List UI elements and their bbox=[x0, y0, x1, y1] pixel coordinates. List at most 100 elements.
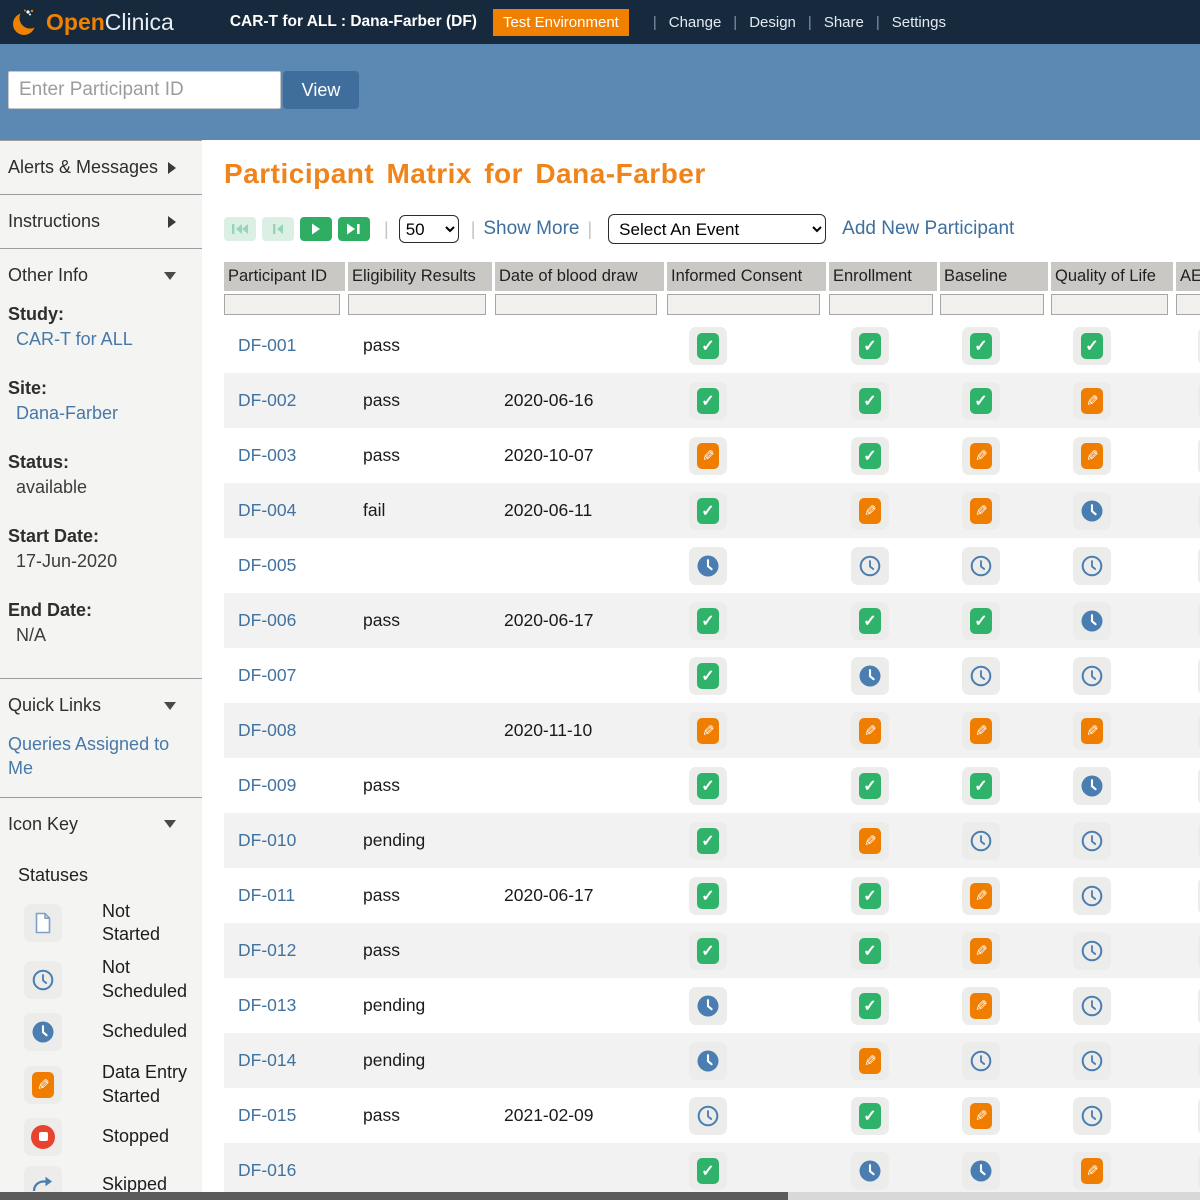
horizontal-scrollbar-track[interactable] bbox=[0, 1192, 1200, 1200]
data-entry-started-status-box[interactable]: ✎ bbox=[851, 491, 889, 530]
data-entry-started-status-box[interactable]: ✎ bbox=[1073, 381, 1111, 420]
data-entry-started-status-box[interactable]: ✎ bbox=[962, 491, 1000, 530]
data-entry-started-status-box[interactable]: ✎ bbox=[851, 1041, 889, 1080]
not-scheduled-status-box[interactable] bbox=[1073, 821, 1111, 860]
not-scheduled-status-box[interactable] bbox=[962, 546, 1000, 585]
complete-status-box[interactable]: ✓ bbox=[689, 876, 727, 915]
queries-assigned-link[interactable]: Queries Assigned to Me bbox=[0, 732, 202, 797]
column-filter-input[interactable] bbox=[1051, 294, 1169, 315]
complete-status-box[interactable]: ✓ bbox=[851, 326, 889, 365]
first-page-button[interactable] bbox=[224, 217, 256, 241]
data-entry-started-status-box[interactable]: ✎ bbox=[689, 711, 727, 750]
not-scheduled-status-box[interactable] bbox=[962, 1041, 1000, 1080]
complete-status-box[interactable]: ✓ bbox=[851, 601, 889, 640]
complete-status-box[interactable]: ✓ bbox=[1073, 326, 1111, 365]
participant-id-input[interactable] bbox=[8, 71, 281, 109]
show-more-link[interactable]: Show More bbox=[483, 218, 579, 240]
complete-status-box[interactable]: ✓ bbox=[689, 931, 727, 970]
openclinica-logo[interactable]: Open Clinica bbox=[12, 7, 174, 37]
data-entry-started-status-box[interactable]: ✎ bbox=[962, 986, 1000, 1025]
scheduled-status-box[interactable] bbox=[851, 1151, 889, 1190]
complete-status-box[interactable]: ✓ bbox=[962, 766, 1000, 805]
previous-page-button[interactable] bbox=[262, 217, 294, 241]
column-filter-input[interactable] bbox=[348, 294, 487, 315]
horizontal-scrollbar-thumb[interactable] bbox=[0, 1192, 788, 1200]
participant-id-link[interactable]: DF-007 bbox=[224, 665, 345, 686]
complete-status-box[interactable]: ✓ bbox=[851, 1096, 889, 1135]
column-header-baseline[interactable]: Baseline bbox=[940, 262, 1048, 291]
last-page-button[interactable] bbox=[338, 217, 370, 241]
nav-item-change[interactable]: Change bbox=[669, 14, 722, 31]
participant-id-link[interactable]: DF-001 bbox=[224, 335, 345, 356]
nav-item-settings[interactable]: Settings bbox=[892, 14, 946, 31]
participant-id-link[interactable]: DF-011 bbox=[224, 885, 345, 906]
not-scheduled-status-box[interactable] bbox=[1073, 1096, 1111, 1135]
data-entry-started-status-box[interactable]: ✎ bbox=[962, 1096, 1000, 1135]
not-scheduled-status-box[interactable] bbox=[1073, 931, 1111, 970]
column-header-participant-id[interactable]: Participant ID bbox=[224, 262, 345, 291]
scheduled-status-box[interactable] bbox=[689, 546, 727, 585]
participant-id-link[interactable]: DF-012 bbox=[224, 940, 345, 961]
complete-status-box[interactable]: ✓ bbox=[689, 601, 727, 640]
not-scheduled-status-box[interactable] bbox=[962, 821, 1000, 860]
complete-status-box[interactable]: ✓ bbox=[689, 821, 727, 860]
data-entry-started-status-box[interactable]: ✎ bbox=[1073, 436, 1111, 475]
participant-id-link[interactable]: DF-005 bbox=[224, 555, 345, 576]
not-scheduled-status-box[interactable] bbox=[1073, 986, 1111, 1025]
participant-id-link[interactable]: DF-009 bbox=[224, 775, 345, 796]
nav-item-share[interactable]: Share bbox=[824, 14, 864, 31]
sidebar-item-quick-links[interactable]: Quick Links bbox=[0, 679, 202, 732]
complete-status-box[interactable]: ✓ bbox=[851, 931, 889, 970]
nav-item-design[interactable]: Design bbox=[749, 14, 796, 31]
participant-id-link[interactable]: DF-003 bbox=[224, 445, 345, 466]
sidebar-item-instructions[interactable]: Instructions bbox=[0, 195, 202, 248]
complete-status-box[interactable]: ✓ bbox=[962, 326, 1000, 365]
view-button[interactable]: View bbox=[283, 71, 359, 109]
test-environment-badge[interactable]: Test Environment bbox=[492, 8, 629, 36]
sidebar-item-alerts-messages[interactable]: Alerts & Messages bbox=[0, 141, 202, 194]
participant-id-link[interactable]: DF-015 bbox=[224, 1105, 345, 1126]
data-entry-started-status-box[interactable]: ✎ bbox=[962, 436, 1000, 475]
data-entry-started-status-box[interactable]: ✎ bbox=[962, 711, 1000, 750]
scheduled-status-box[interactable] bbox=[851, 656, 889, 695]
participant-id-link[interactable]: DF-002 bbox=[224, 390, 345, 411]
column-filter-input[interactable] bbox=[829, 294, 933, 315]
sidebar-item-icon-key[interactable]: Icon Key bbox=[0, 798, 202, 851]
column-filter-input[interactable] bbox=[224, 294, 341, 315]
column-header-quality-of-life[interactable]: Quality of Life bbox=[1051, 262, 1173, 291]
column-header-date-of-blood-draw[interactable]: Date of blood draw bbox=[495, 262, 664, 291]
scheduled-status-box[interactable] bbox=[1073, 766, 1111, 805]
scheduled-status-box[interactable] bbox=[689, 986, 727, 1025]
site-link[interactable]: Dana-Farber bbox=[16, 403, 194, 424]
complete-status-box[interactable]: ✓ bbox=[851, 766, 889, 805]
scheduled-status-box[interactable] bbox=[962, 1151, 1000, 1190]
participant-id-link[interactable]: DF-004 bbox=[224, 500, 345, 521]
complete-status-box[interactable]: ✓ bbox=[689, 1151, 727, 1190]
data-entry-started-status-box[interactable]: ✎ bbox=[962, 931, 1000, 970]
complete-status-box[interactable]: ✓ bbox=[851, 381, 889, 420]
study-link[interactable]: CAR-T for ALL bbox=[16, 329, 194, 350]
complete-status-box[interactable]: ✓ bbox=[689, 491, 727, 530]
complete-status-box[interactable]: ✓ bbox=[689, 766, 727, 805]
column-filter-input[interactable] bbox=[667, 294, 820, 315]
complete-status-box[interactable]: ✓ bbox=[851, 876, 889, 915]
complete-status-box[interactable]: ✓ bbox=[689, 326, 727, 365]
participant-id-link[interactable]: DF-013 bbox=[224, 995, 345, 1016]
not-scheduled-status-box[interactable] bbox=[1073, 1041, 1111, 1080]
participant-id-link[interactable]: DF-006 bbox=[224, 610, 345, 631]
participant-id-link[interactable]: DF-014 bbox=[224, 1050, 345, 1071]
next-page-button[interactable] bbox=[300, 217, 332, 241]
column-filter-input[interactable] bbox=[1176, 294, 1200, 315]
scheduled-status-box[interactable] bbox=[1073, 601, 1111, 640]
complete-status-box[interactable]: ✓ bbox=[689, 656, 727, 695]
sidebar-item-other-info[interactable]: Other Info bbox=[0, 249, 202, 302]
complete-status-box[interactable]: ✓ bbox=[689, 381, 727, 420]
complete-status-box[interactable]: ✓ bbox=[962, 601, 1000, 640]
complete-status-box[interactable]: ✓ bbox=[851, 986, 889, 1025]
data-entry-started-status-box[interactable]: ✎ bbox=[962, 876, 1000, 915]
column-filter-input[interactable] bbox=[940, 294, 1044, 315]
add-new-participant-link[interactable]: Add New Participant bbox=[842, 218, 1014, 240]
participant-id-link[interactable]: DF-008 bbox=[224, 720, 345, 741]
data-entry-started-status-box[interactable]: ✎ bbox=[851, 711, 889, 750]
not-scheduled-status-box[interactable] bbox=[851, 546, 889, 585]
